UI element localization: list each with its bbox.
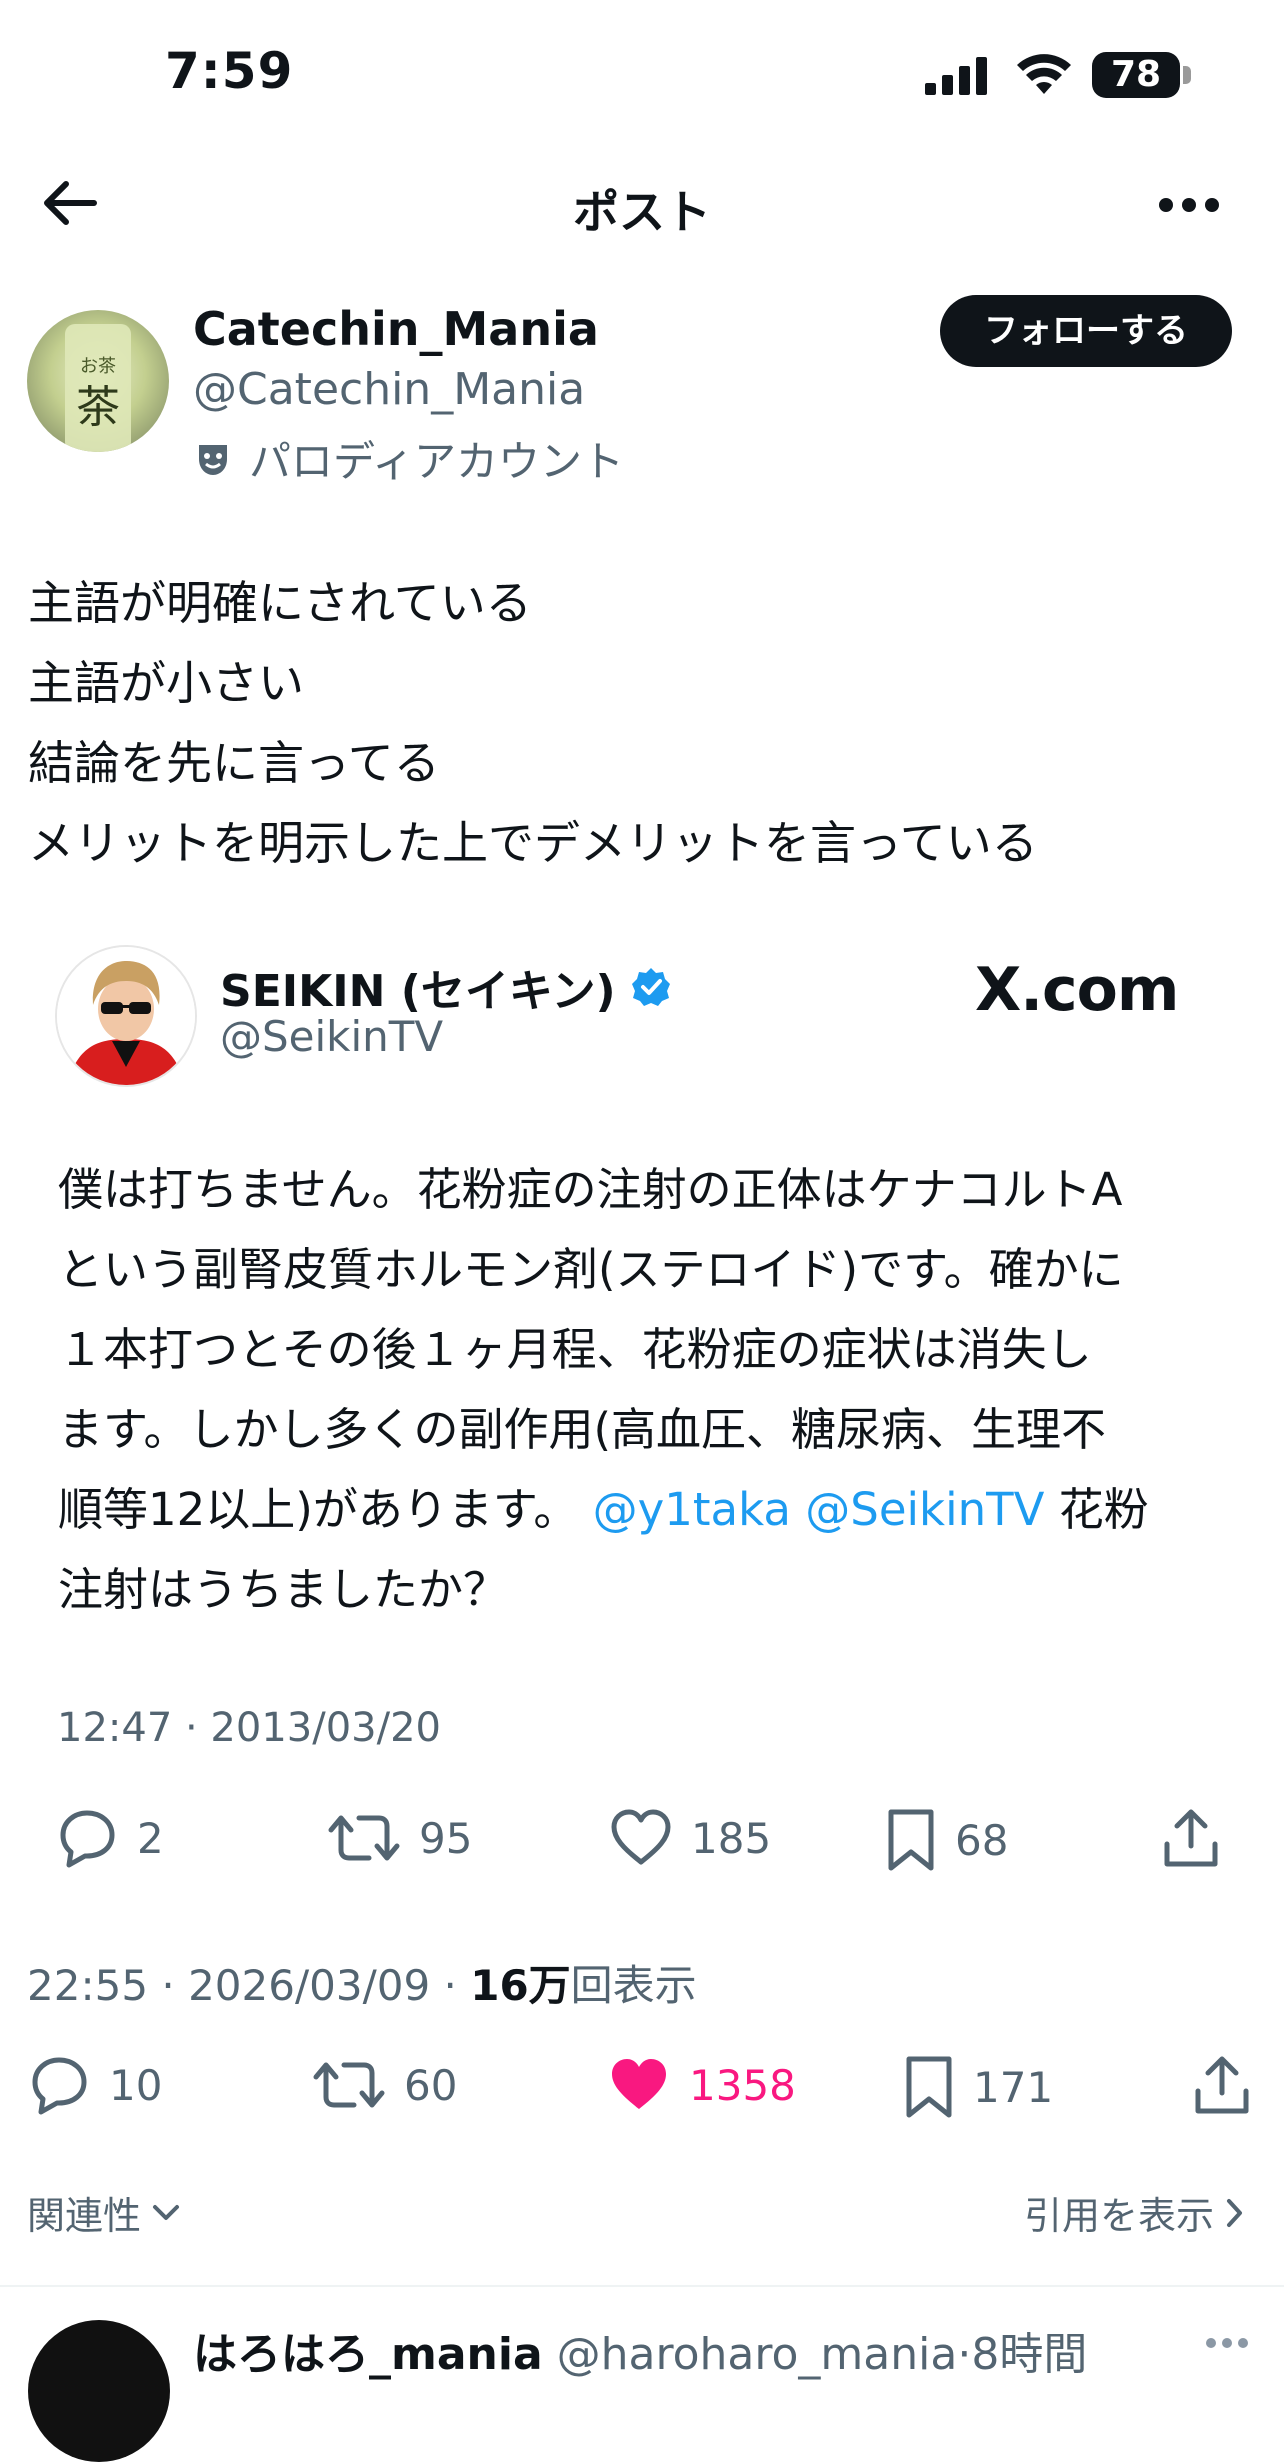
quoted-repost-count: 95 bbox=[419, 1813, 473, 1863]
mention-link[interactable]: @SeikinTV bbox=[805, 1483, 1044, 1536]
post-action-bar: 10 60 1358 171 bbox=[27, 2047, 1267, 2127]
bookmark-icon bbox=[885, 1808, 937, 1872]
heart-filled-icon bbox=[607, 2055, 671, 2115]
parody-account-label: パロディアカウント bbox=[193, 428, 624, 489]
quoted-text-segment: 花粉 bbox=[1058, 1483, 1149, 1536]
quoted-action-bar: 2 95 185 68 bbox=[55, 1800, 1235, 1880]
reply-author-name[interactable]: はろはろ_mania bbox=[193, 2329, 543, 2380]
signal-icon bbox=[925, 55, 991, 95]
quoted-author-display-name[interactable]: SEIKIN (セイキン) bbox=[220, 955, 616, 1019]
repost-button[interactable]: 60 bbox=[312, 2055, 457, 2115]
author-display-name[interactable]: Catechin_Mania bbox=[193, 302, 599, 356]
show-quotes-link[interactable]: 引用を表示 bbox=[1024, 2185, 1244, 2240]
quoted-line-mentions: 順等12以上)があります。 @y1taka @SeikinTV 花粉 bbox=[58, 1470, 1238, 1550]
status-time: 7:59 bbox=[165, 42, 294, 100]
quoted-text-segment: 順等12以上)があります。 bbox=[58, 1483, 579, 1536]
quoted-share-button[interactable] bbox=[1161, 1806, 1221, 1870]
quoted-line: 注射はうちましたか？ bbox=[58, 1563, 509, 1616]
post-line: 結論を先に言ってる bbox=[28, 736, 440, 790]
reply-icon bbox=[27, 2055, 91, 2115]
reply-separator: · bbox=[957, 2329, 972, 2380]
mention-link[interactable]: @y1taka bbox=[593, 1483, 791, 1536]
like-count: 1358 bbox=[689, 2060, 796, 2110]
reply-icon bbox=[55, 1808, 119, 1868]
post-body: 主語が明確にされている 主語が小さい 結論を先に言ってる メリットを明示した上で… bbox=[28, 563, 1038, 883]
quoted-bookmark-button[interactable]: 68 bbox=[885, 1808, 1008, 1872]
view-count: 16万 bbox=[470, 1961, 571, 2010]
view-label: 回表示 bbox=[570, 1961, 697, 2010]
quoted-like-button[interactable]: 185 bbox=[609, 1808, 771, 1868]
bookmark-icon bbox=[903, 2055, 955, 2119]
quoted-post-body: 僕は打ちません。花粉症の注射の正体はケナコルトA という副腎皮質ホルモン剤(ステ… bbox=[58, 1150, 1238, 1630]
quoted-author-name-row[interactable]: SEIKIN (セイキン) bbox=[220, 955, 672, 1019]
reply-author-handle[interactable]: @haroharo_mania bbox=[557, 2329, 958, 2380]
share-icon bbox=[1192, 2053, 1252, 2117]
quoted-reply-count: 2 bbox=[137, 1813, 164, 1863]
more-options-icon[interactable] bbox=[1158, 196, 1220, 214]
share-button[interactable] bbox=[1192, 2053, 1252, 2117]
quoted-like-count: 185 bbox=[691, 1813, 772, 1863]
quoted-line: ます。しかし多くの副作用(高血圧、糖尿病、生理不 bbox=[58, 1403, 1107, 1456]
share-icon bbox=[1161, 1806, 1221, 1870]
reply-time: 8時間 bbox=[971, 2329, 1088, 2380]
quoted-repost-button[interactable]: 95 bbox=[327, 1808, 472, 1868]
like-button[interactable]: 1358 bbox=[607, 2055, 796, 2115]
bookmark-button[interactable]: 171 bbox=[903, 2055, 1053, 2119]
follow-button[interactable]: フォローする bbox=[940, 295, 1232, 367]
parody-label-text: パロディアカウント bbox=[249, 437, 625, 486]
quoted-author-avatar[interactable] bbox=[55, 945, 197, 1087]
post-meta: 22:55 · 2026/03/09 · 16万回表示 bbox=[27, 1952, 697, 2013]
quoted-timestamp: 12:47 · 2013/03/20 bbox=[57, 1705, 441, 1751]
heart-icon bbox=[609, 1808, 673, 1868]
post-line: メリットを明示した上でデメリットを言っている bbox=[28, 816, 1038, 870]
post-timestamp: 22:55 · 2026/03/09 · bbox=[27, 1961, 471, 2010]
reply-author-avatar[interactable] bbox=[28, 2320, 170, 2462]
chevron-right-icon bbox=[1224, 2197, 1244, 2229]
x-com-logo: X.com bbox=[975, 955, 1179, 1025]
quoted-line: １本打つとその後１ヶ月程、花粉症の症状は消失し bbox=[58, 1323, 1092, 1376]
repost-count: 60 bbox=[404, 2060, 458, 2110]
post-line: 主語が明確にされている bbox=[28, 576, 532, 630]
relevance-label: 関連性 bbox=[27, 2194, 142, 2238]
svg-text:茶: 茶 bbox=[76, 382, 120, 433]
reply-author-row[interactable]: はろはろ_mania @haroharo_mania·8時間 bbox=[193, 2318, 1087, 2382]
parody-mask-icon bbox=[193, 439, 233, 479]
page-title: ポスト bbox=[573, 185, 711, 239]
quoted-line: 僕は打ちません。花粉症の注射の正体はケナコルトA bbox=[58, 1163, 1123, 1216]
reply-more-options-icon[interactable] bbox=[1205, 2336, 1249, 2350]
author-avatar[interactable]: 茶 お茶 bbox=[27, 310, 169, 452]
battery-tip bbox=[1183, 66, 1191, 84]
quoted-reply-button[interactable]: 2 bbox=[55, 1808, 164, 1868]
svg-text:お茶: お茶 bbox=[80, 356, 116, 377]
author-handle[interactable]: @Catechin_Mania bbox=[193, 364, 585, 415]
battery-indicator: 78 bbox=[1092, 52, 1180, 98]
divider bbox=[0, 2285, 1284, 2287]
relevance-sort-dropdown[interactable]: 関連性 bbox=[27, 2185, 181, 2240]
quoted-bookmark-count: 68 bbox=[955, 1815, 1009, 1865]
repost-icon bbox=[327, 1808, 401, 1868]
post-line: 主語が小さい bbox=[28, 656, 304, 710]
verified-badge-icon bbox=[630, 966, 672, 1008]
quoted-line: という副腎皮質ホルモン剤(ステロイド)です。確かに bbox=[58, 1243, 1124, 1296]
quoted-author-handle[interactable]: @SeikinTV bbox=[220, 1012, 443, 1061]
reply-button[interactable]: 10 bbox=[27, 2055, 162, 2115]
reply-count: 10 bbox=[109, 2060, 163, 2110]
show-quotes-label: 引用を表示 bbox=[1023, 2194, 1214, 2238]
repost-icon bbox=[312, 2055, 386, 2115]
bookmark-count: 171 bbox=[973, 2062, 1054, 2112]
chevron-down-icon bbox=[151, 2202, 181, 2224]
wifi-icon bbox=[1015, 52, 1073, 96]
